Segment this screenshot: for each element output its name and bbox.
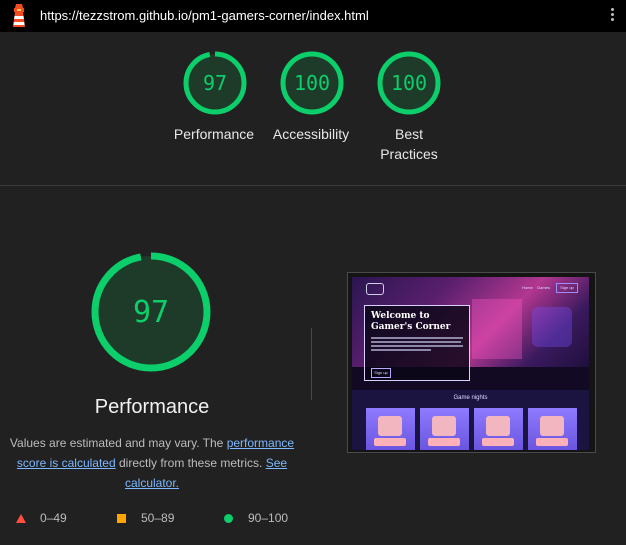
best-practices-label-line1: Best [394,126,423,142]
screenshot-image: Home Games Sign up Welcome to Gamer's Co… [352,277,589,450]
performance-big-score: 97 [133,295,169,330]
best-practices-label-line2: Practices [380,146,438,162]
performance-label: Performance [173,126,255,142]
game-card [528,408,577,450]
performance-title: Performance [94,396,210,418]
desc-prefix: Values are estimated and may vary. The [9,436,224,450]
nav-link-games: Games [537,285,550,290]
hero-box: Welcome to Gamer's Corner Sign up [364,305,470,381]
hero-text-lines [371,337,463,351]
page-url: https://tezzstrom.github.io/pm1-gamers-c… [40,8,369,23]
best-practices-score: 100 [391,71,427,95]
accessibility-gauge[interactable]: 100 [277,50,347,116]
game-card [366,408,415,450]
legend-pass: 90–100 [224,511,288,525]
vertical-divider [311,328,312,400]
hero-title: Welcome to Gamer's Corner [371,311,451,332]
browser-bar: https://tezzstrom.github.io/pm1-gamers-c… [0,0,626,32]
hero-signup-button: Sign up [371,368,391,378]
legend-pass-range: 90–100 [248,511,289,525]
best-practices-label: Best Practices [354,124,464,164]
accessibility-score: 100 [294,71,330,95]
nav-signup-button: Sign up [556,283,578,293]
desc-middle: directly from these metrics. [118,456,263,470]
performance-score: 97 [203,71,227,95]
performance-description: Values are estimated and may vary. The p… [8,433,296,493]
lighthouse-icon [13,4,25,27]
red-triangle-icon [16,513,26,523]
legend-average: 50–89 [117,511,174,525]
screenshot-nav: Home Games Sign up [352,277,589,299]
performance-big-gauge: 97 [88,249,214,375]
performance-gauge[interactable]: 97 [180,50,250,116]
game-card [474,408,523,450]
legend-fail-range: 0–49 [40,511,67,525]
orange-square-icon [117,513,126,523]
nav-link-home: Home [522,285,533,290]
best-practices-gauge[interactable]: 100 [374,50,444,116]
legend-fail: 0–49 [16,511,67,525]
page-screenshot-thumbnail: Home Games Sign up Welcome to Gamer's Co… [347,272,596,453]
section-divider [0,185,626,186]
legend-average-range: 50–89 [141,511,175,525]
game-nights-heading: Game nights [453,395,488,401]
green-circle-icon [224,513,233,523]
kebab-menu-icon[interactable] [606,6,618,26]
game-card [420,408,469,450]
accessibility-label: Accessibility [272,126,350,142]
controller-logo-icon [366,283,384,295]
